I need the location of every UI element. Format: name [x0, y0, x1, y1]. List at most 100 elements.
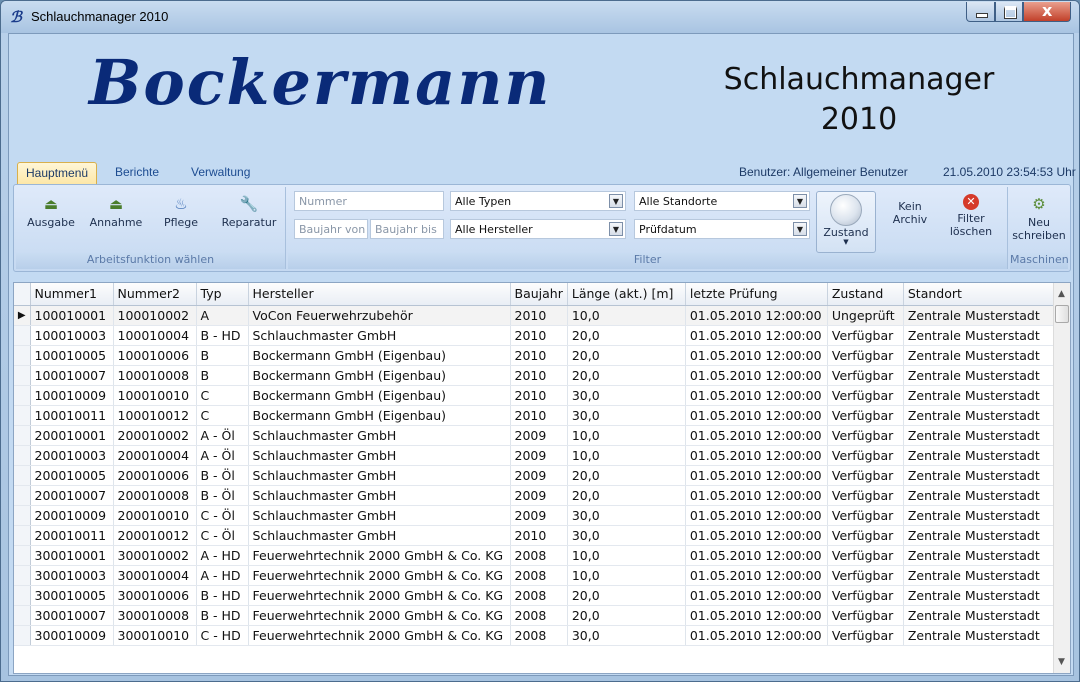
cell-laenge[interactable]: 10,0: [567, 305, 686, 326]
cell-typ[interactable]: B - Öl: [196, 485, 249, 506]
cell-hersteller[interactable]: Schlauchmaster GmbH: [248, 505, 511, 526]
cell-nummer1[interactable]: 300010007: [30, 605, 114, 626]
row-selector[interactable]: [14, 405, 31, 426]
cell-nummer2[interactable]: 300010010: [113, 625, 197, 646]
cell-hersteller[interactable]: VoCon Feuerwehrzubehör: [248, 305, 511, 326]
table-row[interactable]: 200010007 200010008 B - Öl Schlauchmaster G…: [14, 485, 1054, 506]
cell-letzte-pruefung[interactable]: 01.05.2010 12:00:00: [685, 505, 828, 526]
cell-typ[interactable]: A: [196, 305, 249, 326]
cell-hersteller[interactable]: Feuerwehrtechnik 2000 GmbH & Co. KG: [248, 585, 511, 606]
cell-letzte-pruefung[interactable]: 01.05.2010 12:00:00: [685, 625, 828, 646]
tab-berichte[interactable]: Berichte: [107, 162, 167, 184]
annahme-button[interactable]: ⏏ Annahme: [84, 191, 148, 247]
cell-hersteller[interactable]: Schlauchmaster GmbH: [248, 485, 511, 506]
cell-letzte-pruefung[interactable]: 01.05.2010 12:00:00: [685, 445, 828, 466]
maximize-button[interactable]: [995, 2, 1023, 22]
cell-letzte-pruefung[interactable]: 01.05.2010 12:00:00: [685, 385, 828, 406]
cell-laenge[interactable]: 30,0: [567, 625, 686, 646]
cell-nummer2[interactable]: 100010004: [113, 325, 197, 346]
row-selector[interactable]: [14, 545, 31, 566]
cell-laenge[interactable]: 20,0: [567, 345, 686, 366]
pruefdatum-select[interactable]: Prüfdatum ▼: [634, 219, 810, 239]
cell-typ[interactable]: A - Öl: [196, 445, 249, 466]
col-zustand[interactable]: Zustand: [827, 283, 904, 306]
tab-hauptmenue[interactable]: Hauptmenü: [17, 162, 98, 184]
zustand-button[interactable]: Zustand ▼: [816, 191, 876, 253]
cell-baujahr[interactable]: 2008: [510, 605, 568, 626]
ausgabe-button[interactable]: ⏏ Ausgabe: [20, 191, 82, 247]
cell-standort[interactable]: Zentrale Musterstadt: [903, 365, 1054, 386]
cell-baujahr[interactable]: 2008: [510, 565, 568, 586]
cell-laenge[interactable]: 20,0: [567, 465, 686, 486]
cell-hersteller[interactable]: Feuerwehrtechnik 2000 GmbH & Co. KG: [248, 605, 511, 626]
row-selector[interactable]: [14, 505, 31, 526]
cell-zustand[interactable]: Verfügbar: [827, 505, 904, 526]
cell-typ[interactable]: A - Öl: [196, 425, 249, 446]
cell-hersteller[interactable]: Schlauchmaster GmbH: [248, 525, 511, 546]
cell-baujahr[interactable]: 2008: [510, 585, 568, 606]
cell-letzte-pruefung[interactable]: 01.05.2010 12:00:00: [685, 525, 828, 546]
cell-baujahr[interactable]: 2008: [510, 545, 568, 566]
cell-letzte-pruefung[interactable]: 01.05.2010 12:00:00: [685, 545, 828, 566]
cell-hersteller[interactable]: Feuerwehrtechnik 2000 GmbH & Co. KG: [248, 565, 511, 586]
cell-nummer2[interactable]: 100010006: [113, 345, 197, 366]
title-bar[interactable]: ℬ Schlauchmanager 2010: [1, 1, 1079, 33]
cell-standort[interactable]: Zentrale Musterstadt: [903, 445, 1054, 466]
cell-zustand[interactable]: Verfügbar: [827, 605, 904, 626]
cell-nummer2[interactable]: 300010006: [113, 585, 197, 606]
cell-standort[interactable]: Zentrale Musterstadt: [903, 485, 1054, 506]
cell-baujahr[interactable]: 2010: [510, 385, 568, 406]
cell-hersteller[interactable]: Bockermann GmbH (Eigenbau): [248, 385, 511, 406]
cell-standort[interactable]: Zentrale Musterstadt: [903, 605, 1054, 626]
cell-typ[interactable]: C - Öl: [196, 525, 249, 546]
cell-laenge[interactable]: 20,0: [567, 585, 686, 606]
cell-letzte-pruefung[interactable]: 01.05.2010 12:00:00: [685, 305, 828, 326]
cell-nummer2[interactable]: 200010012: [113, 525, 197, 546]
col-letzte-pruefung[interactable]: letzte Prüfung: [685, 283, 828, 306]
cell-letzte-pruefung[interactable]: 01.05.2010 12:00:00: [685, 585, 828, 606]
cell-nummer2[interactable]: 200010010: [113, 505, 197, 526]
cell-nummer1[interactable]: 100010003: [30, 325, 114, 346]
cell-nummer1[interactable]: 100010001: [30, 305, 114, 326]
cell-hersteller[interactable]: Schlauchmaster GmbH: [248, 325, 511, 346]
cell-standort[interactable]: Zentrale Musterstadt: [903, 625, 1054, 646]
col-standort[interactable]: Standort: [903, 283, 1054, 306]
cell-zustand[interactable]: Verfügbar: [827, 325, 904, 346]
cell-zustand[interactable]: Verfügbar: [827, 465, 904, 486]
cell-hersteller[interactable]: Schlauchmaster GmbH: [248, 465, 511, 486]
cell-typ[interactable]: B: [196, 365, 249, 386]
cell-zustand[interactable]: Verfügbar: [827, 545, 904, 566]
cell-hersteller[interactable]: Feuerwehrtechnik 2000 GmbH & Co. KG: [248, 545, 511, 566]
table-row[interactable]: 100010007 100010008 B Bockermann GmbH (Eige…: [14, 365, 1054, 386]
cell-nummer2[interactable]: 100010012: [113, 405, 197, 426]
table-row[interactable]: 200010005 200010006 B - Öl Schlauchmaster G…: [14, 465, 1054, 486]
cell-letzte-pruefung[interactable]: 01.05.2010 12:00:00: [685, 345, 828, 366]
row-selector[interactable]: [14, 525, 31, 546]
table-row[interactable]: ▶ 100010001 100010002 A VoCon Feuerwehrzubeh…: [14, 305, 1054, 326]
cell-standort[interactable]: Zentrale Musterstadt: [903, 585, 1054, 606]
table-row[interactable]: 300010003 300010004 A - HD Feuerwehrtechnik…: [14, 565, 1054, 586]
cell-laenge[interactable]: 30,0: [567, 505, 686, 526]
scroll-up-icon[interactable]: ▲: [1058, 289, 1065, 299]
cell-standort[interactable]: Zentrale Musterstadt: [903, 425, 1054, 446]
cell-typ[interactable]: B: [196, 345, 249, 366]
row-selector[interactable]: [14, 465, 31, 486]
cell-typ[interactable]: B - HD: [196, 585, 249, 606]
cell-standort[interactable]: Zentrale Musterstadt: [903, 305, 1054, 326]
cell-laenge[interactable]: 10,0: [567, 445, 686, 466]
cell-hersteller[interactable]: Bockermann GmbH (Eigenbau): [248, 365, 511, 386]
cell-typ[interactable]: A - HD: [196, 545, 249, 566]
reparatur-button[interactable]: 🔧 Reparatur: [214, 191, 284, 247]
table-row[interactable]: 300010001 300010002 A - HD Feuerwehrtechnik…: [14, 545, 1054, 566]
cell-nummer1[interactable]: 300010003: [30, 565, 114, 586]
vertical-scrollbar[interactable]: ▲ ▼: [1053, 283, 1070, 673]
cell-baujahr[interactable]: 2009: [510, 425, 568, 446]
minimize-button[interactable]: [966, 2, 995, 22]
cell-laenge[interactable]: 20,0: [567, 485, 686, 506]
col-nummer1[interactable]: Nummer1: [30, 283, 114, 306]
cell-typ[interactable]: A - HD: [196, 565, 249, 586]
cell-hersteller[interactable]: Bockermann GmbH (Eigenbau): [248, 405, 511, 426]
cell-nummer2[interactable]: 200010008: [113, 485, 197, 506]
cell-zustand[interactable]: Verfügbar: [827, 405, 904, 426]
cell-nummer1[interactable]: 200010003: [30, 445, 114, 466]
